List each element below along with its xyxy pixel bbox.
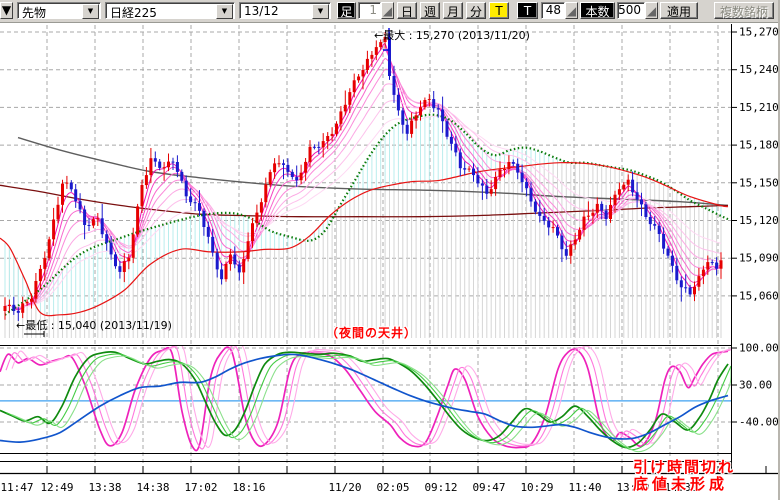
dropdown-arrow-icon[interactable]: ▼ [312,4,329,19]
price-tick-label: 15,120 [739,214,779,227]
interval-spin-field[interactable]: 1 [358,2,381,19]
oscillator-tick-label: 100.00 [739,342,779,355]
time-tick-label: 11:47 [0,481,33,494]
time-tick-label: 11:40 [568,481,601,494]
price-tick-label: 15,060 [739,289,779,302]
interval-spin-button[interactable]: ◢ [381,2,394,19]
time-tick-label: 12:49 [40,481,73,494]
price-tick-label: 15,270 [739,26,779,39]
bar-count-value: 500 [618,3,641,17]
time-tick-label: 18:16 [232,481,265,494]
time-tick-label: 02:05 [376,481,409,494]
price-tick-label: 15,180 [739,139,779,152]
monthly-button[interactable]: 月 [443,2,463,19]
min-price-annotation: ←最低 : 15,040 (2013/11/19) [16,317,172,333]
chart-canvas[interactable]: 15,270 15,240 15,210 15,180 15,150 15,120 15,0… [0,0,780,500]
market-type-value: 先物 [22,4,46,21]
time-tick-label: 09:12 [424,481,457,494]
price-tick-label: 15,240 [739,63,779,76]
bottom-not-formed-note: 底値未形成 [633,473,728,494]
oscillator-tick-label: -40.00 [739,416,779,429]
dropdown-arrow-icon[interactable]: ▼ [0,2,13,19]
price-tick-label: 15,210 [739,101,779,114]
symbol-value: 日経225 [110,4,157,21]
dropdown-arrow-icon[interactable]: ▼ [216,4,233,19]
symbol-combo[interactable]: 日経225 ▼ [105,2,235,19]
max-price-annotation: ←最大 : 15,270 (2013/11/20) [374,27,530,43]
band-hatch [5,115,721,338]
tick-count-value: 48 [546,3,561,17]
tick-count-spin-field[interactable]: 48 [541,2,565,19]
contract-month-value: 13/12 [244,4,279,18]
oscillator-tick-label: 30.00 [739,379,772,392]
time-tick-label: 14:38 [136,481,169,494]
market-type-combo[interactable]: 先物 ▼ [17,2,101,19]
price-tick-label: 15,090 [739,252,779,265]
toolbar: ▼ 先物 ▼ 日経225 ▼ 13/12 ▼ 足 1 ◢ 日 週 月 分 T T… [0,0,780,23]
time-tick-label: 09:47 [472,481,505,494]
contract-month-combo[interactable]: 13/12 ▼ [239,2,331,19]
chart-application-window: 15,270 15,240 15,210 15,180 15,150 15,120 15,0… [0,0,780,500]
tick-mode-button[interactable]: T [517,2,538,19]
weekly-button[interactable]: 週 [420,2,440,19]
ashi-button[interactable]: 足 [337,2,356,19]
time-tick-label: 10:29 [520,481,553,494]
bar-count-button[interactable]: 本数 [580,2,615,19]
tick-count-spin-button[interactable]: ◢ [565,2,578,19]
interval-value: 1 [369,3,377,17]
time-tick-label: 11/20 [328,481,361,494]
dropdown-arrow-icon[interactable]: ▼ [82,4,99,19]
tick-button-active[interactable]: T [489,2,509,19]
time-tick-label: 13:38 [88,481,121,494]
night-ceiling-note: （夜間の天井） [326,324,417,341]
time-tick-label: 17:02 [184,481,217,494]
daily-button[interactable]: 日 [397,2,417,19]
bar-count-spin-button[interactable]: ◢ [645,2,658,19]
multi-symbol-button: 複数銘柄 [714,2,774,19]
price-tick-label: 15,150 [739,176,779,189]
apply-button[interactable]: 適用 [660,2,698,19]
bar-count-spin-field[interactable]: 500 [617,2,645,19]
minute-button[interactable]: 分 [466,2,486,19]
rci-slow-line [0,354,728,442]
